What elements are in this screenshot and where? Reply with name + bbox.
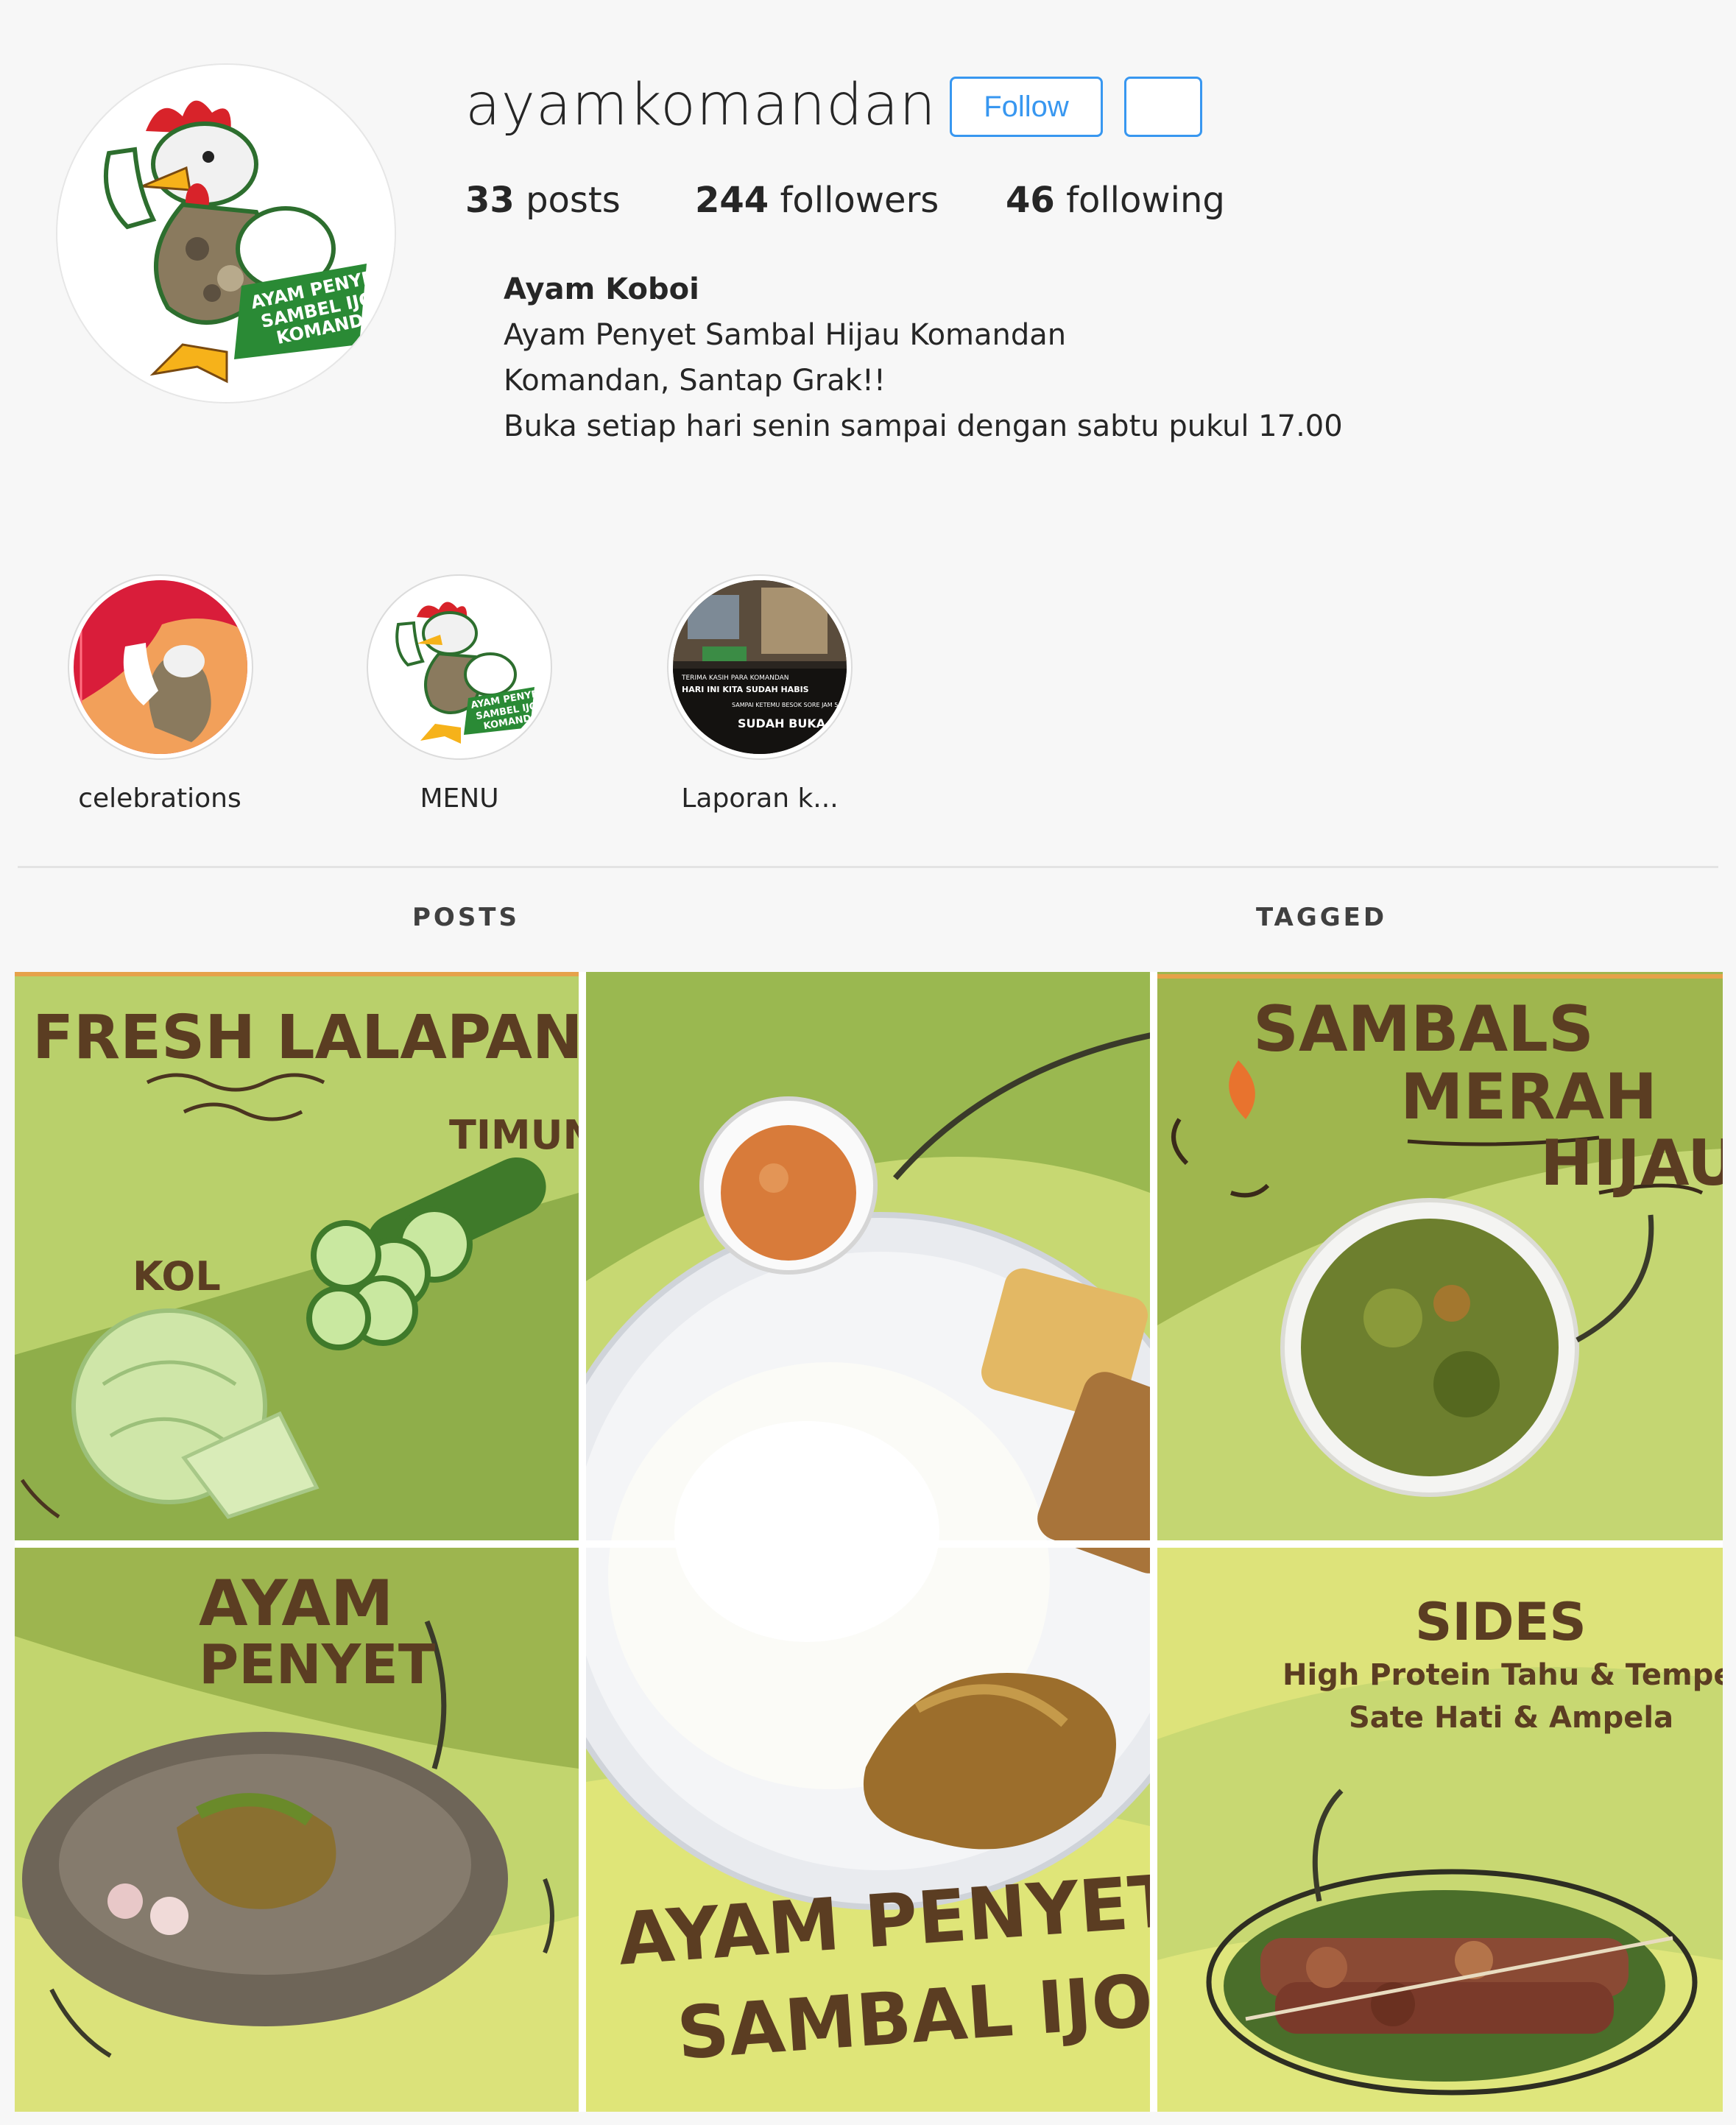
laporan-text-1: TERIMA KASIH PARA KOMANDAN <box>681 674 789 682</box>
followers-stat[interactable]: 244 followers <box>695 180 939 221</box>
posts-grid: FRESH LALAPAN TIMUN KOL <box>15 972 1723 2112</box>
ayam-penyet-line2: PENYET <box>199 1633 436 1696</box>
sides-line2: Sate Hati & Ampela <box>1349 1701 1674 1735</box>
bio-name: Ayam Koboi <box>504 272 699 306</box>
more-options-button[interactable] <box>1124 77 1202 137</box>
sides-line1: High Protein Tahu & Tempe <box>1282 1658 1723 1692</box>
sambals-line3: HIJAU <box>1540 1127 1723 1200</box>
grid-gutter-h <box>15 1540 1723 1548</box>
fresh-lalapan-title: FRESH LALAPAN <box>32 1003 579 1073</box>
highlight-celebrations[interactable] <box>68 574 253 760</box>
highlight-laporan-cover: TERIMA KASIH PARA KOMANDAN HARI INI KITA… <box>673 580 847 754</box>
kol-label: KOL <box>133 1253 221 1300</box>
post-ayam-penyet[interactable]: AYAM PENYET <box>15 1548 579 2112</box>
post-sambals[interactable]: SAMBALS MERAH HIJAU <box>1157 972 1723 1540</box>
timun-label: TIMUN <box>449 1112 579 1158</box>
following-label: following <box>1066 180 1225 221</box>
highlight-label-laporan: Laporan k... <box>681 783 839 814</box>
posts-label: posts <box>526 180 621 221</box>
highlight-menu[interactable]: AYAM PENYET SAMBEL IJO KOMANDAN <box>367 574 552 760</box>
following-count: 46 <box>1006 180 1055 221</box>
chicken-mascot-logo: AYAM PENYET SAMBEL IJO KOMANDAN <box>57 65 395 402</box>
bio-line-1: Ayam Penyet Sambal Hijau Komandan <box>504 318 1067 352</box>
highlight-celebrations-cover <box>74 580 247 754</box>
bio-line-3: Buka setiap hari senin sampai dengan sab… <box>504 409 1343 443</box>
profile-username: ayamkomandan <box>465 72 936 138</box>
highlight-menu-cover: AYAM PENYET SAMBEL IJO KOMANDAN <box>373 580 546 754</box>
sambals-line1: SAMBALS <box>1253 993 1594 1066</box>
post-sides[interactable]: SIDES High Protein Tahu & Tempe Sate Hat… <box>1157 1548 1723 2112</box>
tab-posts[interactable]: POSTS <box>412 903 520 932</box>
tabs-divider <box>18 866 1718 868</box>
ayam-penyet-line1: AYAM <box>199 1567 394 1641</box>
tab-tagged[interactable]: TAGGED <box>1256 903 1387 932</box>
bio-line-2: Komandan, Santap Grak!! <box>504 364 886 398</box>
laporan-text-3: SAMPAI KETEMU BESOK SORE JAM 5 <box>732 702 838 708</box>
posts-stat[interactable]: 33 posts <box>465 180 621 221</box>
laporan-text-4: SUDAH BUKA <box>738 716 826 730</box>
post-fresh-lalapan[interactable]: FRESH LALAPAN TIMUN KOL <box>15 972 579 1540</box>
followers-label: followers <box>780 180 939 221</box>
highlight-label-celebrations: celebrations <box>78 783 241 814</box>
sambals-line2: MERAH <box>1400 1060 1658 1134</box>
followers-count: 244 <box>695 180 769 221</box>
highlight-label-menu: MENU <box>420 783 499 814</box>
follow-button[interactable]: Follow <box>950 77 1103 137</box>
highlight-laporan[interactable]: TERIMA KASIH PARA KOMANDAN HARI INI KITA… <box>667 574 853 760</box>
following-stat[interactable]: 46 following <box>1006 180 1225 221</box>
posts-count: 33 <box>465 180 515 221</box>
profile-avatar[interactable]: AYAM PENYET SAMBEL IJO KOMANDAN <box>56 63 396 403</box>
laporan-text-2: HARI INI KITA SUDAH HABIS <box>682 685 809 694</box>
sides-title: SIDES <box>1415 1592 1587 1652</box>
